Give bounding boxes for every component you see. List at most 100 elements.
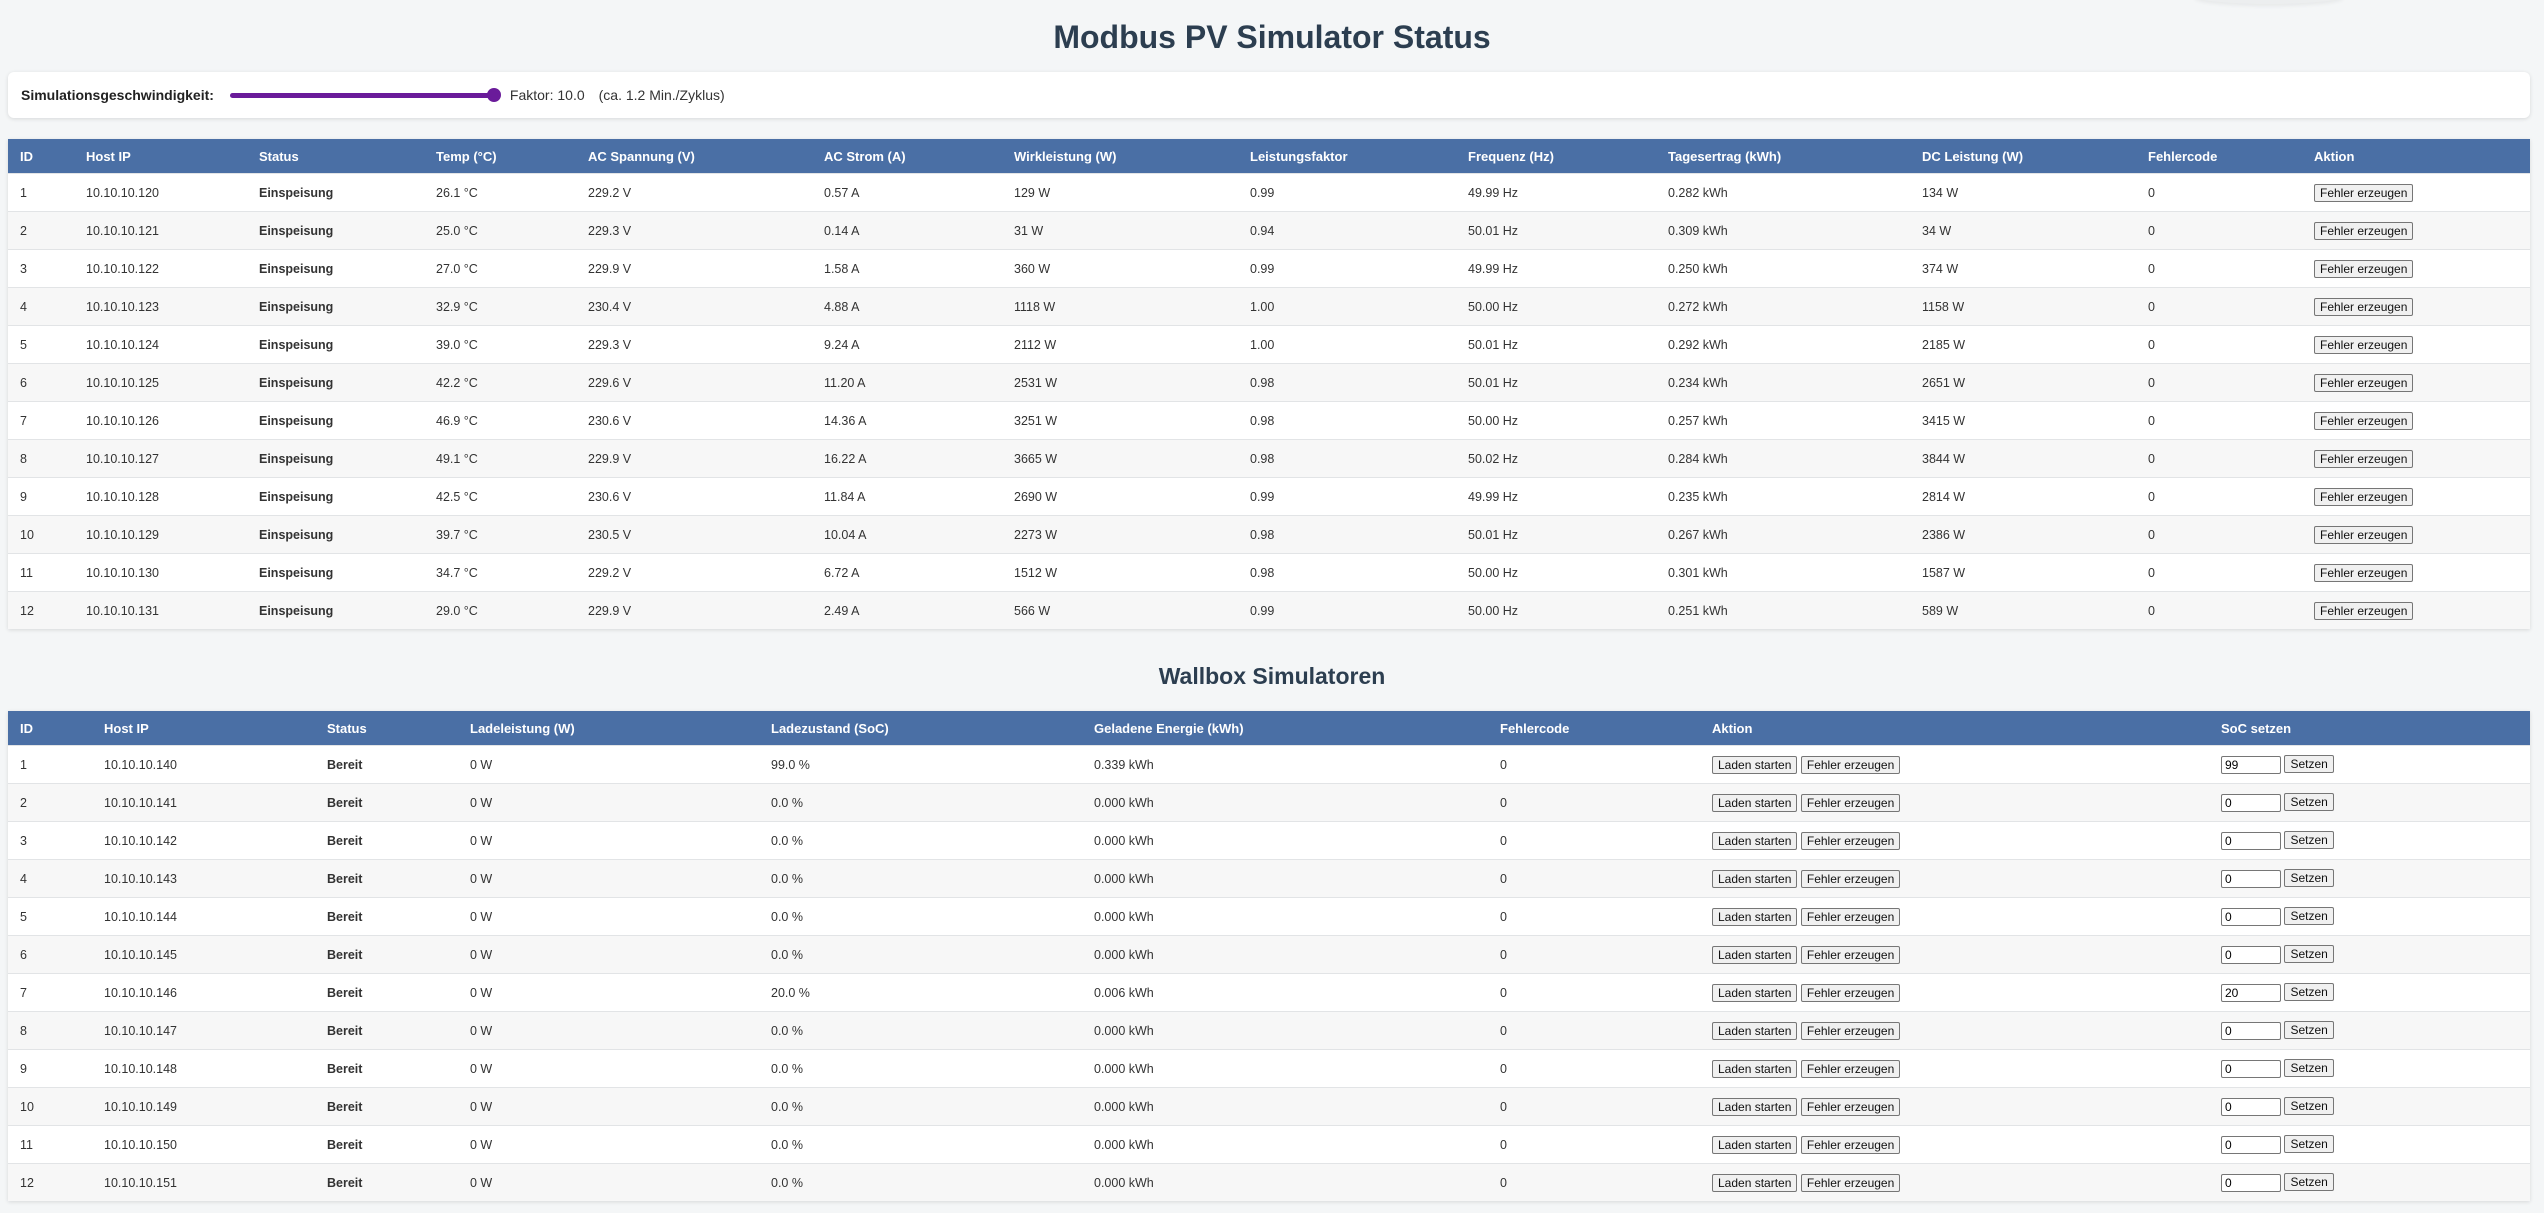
pv-cell: 9.24 A	[812, 325, 1002, 364]
status-cell: Bereit	[315, 859, 458, 898]
pv-cell: 0.272 kWh	[1656, 287, 1910, 326]
wallbox-cell: 0.0 %	[759, 1087, 1082, 1126]
soc-input[interactable]	[2221, 831, 2281, 850]
action-cell: Laden starten Fehler erzeugen	[1700, 973, 2209, 1012]
pv-cell: 2651 W	[1910, 363, 2136, 402]
start-charging-button[interactable]: Laden starten	[1712, 1135, 1798, 1154]
speed-panel: Simulationsgeschwindigkeit: Faktor: 10.0…	[8, 72, 2530, 118]
status-cell: Bereit	[315, 1163, 458, 1201]
action-cell: Fehler erzeugen	[2302, 515, 2530, 554]
set-soc-button[interactable]: Setzen	[2284, 831, 2334, 850]
start-charging-button[interactable]: Laden starten	[1712, 831, 1798, 850]
error-button[interactable]: Fehler erzeugen	[2314, 221, 2414, 240]
soc-input[interactable]	[2221, 755, 2281, 774]
start-charging-button[interactable]: Laden starten	[1712, 945, 1798, 964]
wallbox-header-row: ID Host IP Status Ladeleistung (W) Ladezusta…	[8, 711, 2530, 746]
action-cell: Laden starten Fehler erzeugen	[1700, 1011, 2209, 1050]
set-soc-button[interactable]: Setzen	[2284, 983, 2334, 1002]
soc-input[interactable]	[2221, 1173, 2281, 1192]
error-button[interactable]: Fehler erzeugen	[1800, 1059, 1901, 1078]
wallbox-header-cell: SoC setzen	[2209, 711, 2530, 746]
pv-cell: 34 W	[1910, 211, 2136, 250]
soc-input[interactable]	[2221, 1059, 2281, 1078]
error-button[interactable]: Fehler erzeugen	[1800, 1173, 1901, 1192]
pv-row: 6 10.10.10.125 Einspeisung 42.2 °C 229.6 V 11…	[8, 363, 2530, 402]
pv-cell: 50.01 Hz	[1456, 325, 1656, 364]
slider-thumb[interactable]	[486, 88, 501, 102]
soc-input[interactable]	[2221, 1097, 2281, 1116]
start-charging-button[interactable]: Laden starten	[1712, 755, 1798, 774]
error-button[interactable]: Fehler erzeugen	[2314, 411, 2414, 430]
error-button[interactable]: Fehler erzeugen	[1800, 983, 1901, 1002]
start-charging-button[interactable]: Laden starten	[1712, 793, 1798, 812]
error-button[interactable]: Fehler erzeugen	[2314, 563, 2414, 582]
soc-input[interactable]	[2221, 945, 2281, 964]
wallbox-cell: 0.0 %	[759, 1011, 1082, 1050]
error-button[interactable]: Fehler erzeugen	[2314, 373, 2414, 392]
pv-cell: 42.2 °C	[424, 363, 576, 402]
wallbox-cell: 10.10.10.144	[92, 897, 315, 936]
set-soc-button[interactable]: Setzen	[2284, 1173, 2334, 1192]
pv-cell: 10.10.10.127	[74, 439, 247, 478]
error-button[interactable]: Fehler erzeugen	[1800, 831, 1901, 850]
soc-input[interactable]	[2221, 1135, 2281, 1154]
error-button[interactable]: Fehler erzeugen	[2314, 601, 2414, 620]
wallbox-cell: 0	[1488, 821, 1700, 860]
soc-input[interactable]	[2221, 983, 2281, 1002]
set-soc-button[interactable]: Setzen	[2284, 1059, 2334, 1078]
speed-slider[interactable]	[229, 87, 501, 103]
error-button[interactable]: Fehler erzeugen	[1800, 945, 1901, 964]
set-soc-button[interactable]: Setzen	[2284, 755, 2334, 774]
error-button[interactable]: Fehler erzeugen	[2314, 259, 2414, 278]
set-soc-button[interactable]: Setzen	[2284, 945, 2334, 964]
pv-cell: 129 W	[1002, 173, 1238, 212]
pv-cell: 589 W	[1910, 591, 2136, 629]
wallbox-cell: 0.0 %	[759, 1125, 1082, 1164]
error-button[interactable]: Fehler erzeugen	[1800, 793, 1901, 812]
wallbox-cell: 0 W	[458, 745, 759, 784]
wallbox-cell: 0.000 kWh	[1082, 859, 1488, 898]
action-cell: Fehler erzeugen	[2302, 249, 2530, 288]
start-charging-button[interactable]: Laden starten	[1712, 1059, 1798, 1078]
wallbox-cell: 0.0 %	[759, 783, 1082, 822]
pv-cell: 229.3 V	[576, 211, 812, 250]
soc-input[interactable]	[2221, 907, 2281, 926]
error-button[interactable]: Fehler erzeugen	[1800, 1021, 1901, 1040]
start-charging-button[interactable]: Laden starten	[1712, 1097, 1798, 1116]
set-soc-button[interactable]: Setzen	[2284, 1135, 2334, 1154]
error-button[interactable]: Fehler erzeugen	[2314, 449, 2414, 468]
soc-input[interactable]	[2221, 869, 2281, 888]
wallbox-row: 4 10.10.10.143 Bereit 0 W 0.0 % 0.000 kWh 0 Lad…	[8, 859, 2530, 898]
soc-input[interactable]	[2221, 1021, 2281, 1040]
error-button[interactable]: Fehler erzeugen	[2314, 183, 2414, 202]
start-charging-button[interactable]: Laden starten	[1712, 1021, 1798, 1040]
start-charging-button[interactable]: Laden starten	[1712, 1173, 1798, 1192]
pv-cell: 2.49 A	[812, 591, 1002, 629]
error-button[interactable]: Fehler erzeugen	[1800, 1097, 1901, 1116]
error-button[interactable]: Fehler erzeugen	[1800, 907, 1901, 926]
status-cell: Bereit	[315, 1087, 458, 1126]
error-button[interactable]: Fehler erzeugen	[2314, 525, 2414, 544]
start-charging-button[interactable]: Laden starten	[1712, 869, 1798, 888]
set-soc-button[interactable]: Setzen	[2284, 1097, 2334, 1116]
start-charging-button[interactable]: Laden starten	[1712, 907, 1798, 926]
pv-cell: 10.10.10.125	[74, 363, 247, 402]
pv-cell: 42.5 °C	[424, 477, 576, 516]
pv-cell: 39.0 °C	[424, 325, 576, 364]
pv-cell: 50.00 Hz	[1456, 553, 1656, 592]
set-soc-button[interactable]: Setzen	[2284, 869, 2334, 888]
wallbox-cell: 4	[8, 859, 92, 898]
action-cell: Laden starten Fehler erzeugen	[1700, 935, 2209, 974]
error-button[interactable]: Fehler erzeugen	[2314, 335, 2414, 354]
error-button[interactable]: Fehler erzeugen	[1800, 1135, 1901, 1154]
start-charging-button[interactable]: Laden starten	[1712, 983, 1798, 1002]
set-soc-button[interactable]: Setzen	[2284, 793, 2334, 812]
error-button[interactable]: Fehler erzeugen	[2314, 297, 2414, 316]
set-soc-button[interactable]: Setzen	[2284, 907, 2334, 926]
soc-input[interactable]	[2221, 793, 2281, 812]
error-button[interactable]: Fehler erzeugen	[1800, 869, 1901, 888]
error-button[interactable]: Fehler erzeugen	[1800, 755, 1901, 774]
wallbox-cell: 0.0 %	[759, 1163, 1082, 1201]
error-button[interactable]: Fehler erzeugen	[2314, 487, 2414, 506]
set-soc-button[interactable]: Setzen	[2284, 1021, 2334, 1040]
